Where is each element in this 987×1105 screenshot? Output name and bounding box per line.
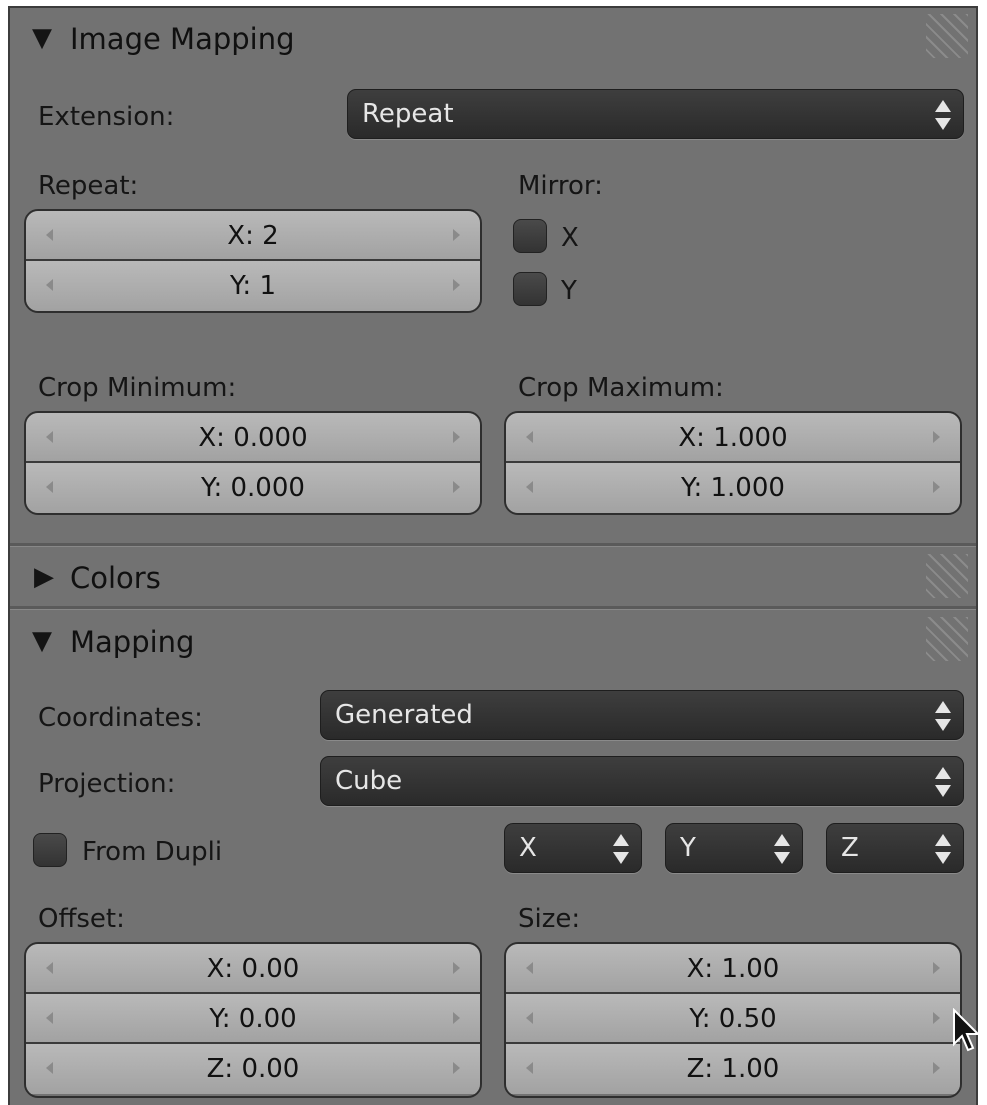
drag-grip-icon[interactable]: [926, 617, 968, 661]
increment-arrow-icon[interactable]: [453, 1012, 460, 1024]
crop-max-x-value: X: 1.000: [678, 423, 788, 453]
repeat-x-value: X: 2: [227, 221, 279, 251]
increment-arrow-icon[interactable]: [933, 481, 940, 493]
crop-min-x-field[interactable]: X: 0.000: [26, 413, 480, 463]
size-fields: X: 1.00 Y: 0.50 Z: 1.00: [504, 942, 962, 1098]
mouse-pointer-icon: [953, 1008, 981, 1052]
extension-dropdown[interactable]: Repeat: [347, 89, 964, 139]
crop-max-y-field[interactable]: Y: 1.000: [506, 463, 960, 513]
extension-value: Repeat: [362, 99, 454, 129]
increment-arrow-icon[interactable]: [453, 481, 460, 493]
panel-header-image-mapping[interactable]: ▼ Image Mapping: [10, 8, 976, 68]
up-down-arrows-icon: [935, 765, 951, 799]
size-x-field[interactable]: X: 1.00: [506, 944, 960, 994]
offset-x-field[interactable]: X: 0.00: [26, 944, 480, 994]
triangle-down-icon: ▼: [32, 23, 52, 53]
repeat-x-field[interactable]: X: 2: [26, 211, 480, 261]
crop-maximum-label: Crop Maximum:: [518, 373, 724, 403]
increment-arrow-icon[interactable]: [933, 1062, 940, 1074]
from-dupli-label: From Dupli: [82, 837, 223, 867]
panel-divider: [10, 543, 976, 547]
drag-grip-icon[interactable]: [926, 14, 968, 58]
up-down-arrows-icon: [774, 832, 790, 866]
size-z-field[interactable]: Z: 1.00: [506, 1044, 960, 1094]
mirror-y-label: Y: [561, 276, 577, 306]
panel-header-mapping[interactable]: ▼ Mapping: [10, 611, 976, 671]
mirror-x-label: X: [561, 223, 579, 253]
crop-maximum-fields: X: 1.000 Y: 1.000: [504, 411, 962, 515]
crop-max-y-value: Y: 1.000: [681, 473, 785, 503]
crop-minimum-label: Crop Minimum:: [38, 373, 237, 403]
crop-min-y-value: Y: 0.000: [201, 473, 305, 503]
axis-z-dropdown[interactable]: Z: [826, 823, 964, 873]
repeat-y-value: Y: 1: [230, 271, 276, 301]
size-y-value: Y: 0.50: [689, 1004, 777, 1034]
offset-y-value: Y: 0.00: [209, 1004, 297, 1034]
crop-min-x-value: X: 0.000: [198, 423, 308, 453]
mirror-label: Mirror:: [518, 171, 603, 201]
repeat-y-field[interactable]: Y: 1: [26, 261, 480, 311]
increment-arrow-icon[interactable]: [453, 229, 460, 241]
repeat-label: Repeat:: [38, 171, 139, 201]
drag-grip-icon[interactable]: [926, 554, 968, 598]
projection-value: Cube: [335, 766, 403, 796]
mirror-x-checkbox[interactable]: [513, 219, 547, 253]
size-x-value: X: 1.00: [686, 954, 780, 984]
coordinates-label: Coordinates:: [38, 703, 203, 733]
axis-y-dropdown[interactable]: Y: [665, 823, 803, 873]
properties-editor: ▼ Image Mapping Extension: Repeat Repeat…: [8, 6, 978, 1105]
crop-max-x-field[interactable]: X: 1.000: [506, 413, 960, 463]
triangle-down-icon: ▼: [32, 626, 52, 656]
panel-divider: [10, 606, 976, 610]
panel-title: Colors: [70, 561, 161, 595]
up-down-arrows-icon: [935, 832, 951, 866]
increment-arrow-icon[interactable]: [453, 962, 460, 974]
up-down-arrows-icon: [613, 832, 629, 866]
offset-y-field[interactable]: Y: 0.00: [26, 994, 480, 1044]
offset-fields: X: 0.00 Y: 0.00 Z: 0.00: [24, 942, 482, 1098]
crop-min-y-field[interactable]: Y: 0.000: [26, 463, 480, 513]
up-down-arrows-icon: [935, 699, 951, 733]
extension-label: Extension:: [38, 102, 175, 132]
offset-z-value: Z: 0.00: [206, 1054, 300, 1084]
coordinates-dropdown[interactable]: Generated: [320, 690, 964, 740]
increment-arrow-icon[interactable]: [453, 1062, 460, 1074]
offset-label: Offset:: [38, 904, 125, 934]
increment-arrow-icon[interactable]: [453, 279, 460, 291]
repeat-fields: X: 2 Y: 1: [24, 209, 482, 313]
size-label: Size:: [518, 904, 581, 934]
panel-title: Image Mapping: [70, 22, 295, 56]
triangle-right-icon: ▶: [34, 562, 54, 592]
coordinates-value: Generated: [335, 700, 473, 730]
offset-x-value: X: 0.00: [206, 954, 300, 984]
increment-arrow-icon[interactable]: [933, 431, 940, 443]
size-y-field[interactable]: Y: 0.50: [506, 994, 960, 1044]
mirror-y-checkbox[interactable]: [513, 272, 547, 306]
increment-arrow-icon[interactable]: [933, 962, 940, 974]
axis-x-value: X: [519, 833, 537, 863]
increment-arrow-icon[interactable]: [933, 1012, 940, 1024]
up-down-arrows-icon: [935, 98, 951, 132]
axis-x-dropdown[interactable]: X: [504, 823, 642, 873]
size-z-value: Z: 1.00: [686, 1054, 780, 1084]
projection-label: Projection:: [38, 769, 176, 799]
from-dupli-checkbox[interactable]: [33, 833, 67, 867]
offset-z-field[interactable]: Z: 0.00: [26, 1044, 480, 1094]
axis-z-value: Z: [841, 833, 859, 863]
panel-title: Mapping: [70, 625, 195, 659]
projection-dropdown[interactable]: Cube: [320, 756, 964, 806]
panel-header-colors[interactable]: ▶ Colors: [10, 548, 976, 608]
increment-arrow-icon[interactable]: [453, 431, 460, 443]
crop-minimum-fields: X: 0.000 Y: 0.000: [24, 411, 482, 515]
axis-y-value: Y: [680, 833, 696, 863]
